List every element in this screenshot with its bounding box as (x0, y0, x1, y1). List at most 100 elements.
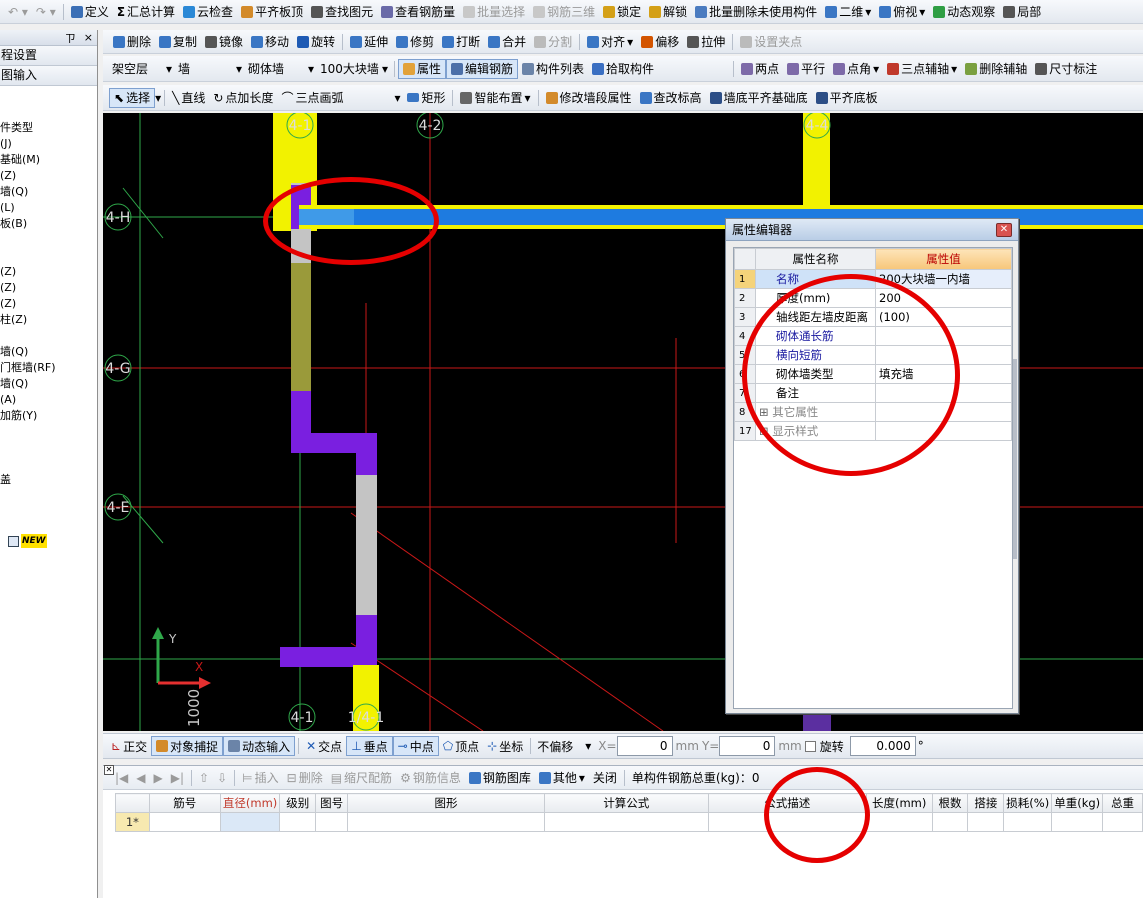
define-button[interactable]: 定义 (67, 2, 113, 22)
redo-button[interactable]: ↷ ▾ (32, 2, 60, 22)
unlock-button[interactable]: 解锁 (645, 2, 691, 22)
pin-icon[interactable]: ㄗ (65, 30, 76, 46)
other-button[interactable]: 其他 ▾ (535, 768, 589, 788)
local-button[interactable]: 局部 (999, 2, 1045, 22)
three-point-axis-button[interactable]: 三点辅轴 ▾ (883, 59, 961, 79)
property-value[interactable] (875, 326, 1012, 346)
drawing-input-button[interactable]: 图输入 (0, 66, 97, 86)
expand-icon[interactable]: ⊞ (759, 405, 772, 419)
tree-item[interactable]: (Z) (0, 265, 16, 279)
property-value[interactable] (875, 383, 1012, 403)
align-top-button[interactable]: 平齐板顶 (237, 2, 307, 22)
tree-item[interactable]: 门框墙(RF) (0, 361, 56, 375)
column-header[interactable]: 根数 (931, 793, 969, 813)
table-cell[interactable] (967, 812, 1005, 832)
dynamic-input-toggle[interactable]: 动态输入 (223, 736, 296, 756)
copy-button[interactable]: 复制 (155, 32, 201, 52)
table-cell[interactable] (865, 812, 933, 832)
cloud-check-button[interactable]: 云检查 (179, 2, 237, 22)
floor-select[interactable]: 架空层 ▾ (109, 60, 175, 78)
wall-gray-vertical[interactable] (356, 475, 377, 615)
extend-button[interactable]: 延伸 (346, 32, 392, 52)
tree-item[interactable]: (A) (0, 393, 16, 407)
wall-purple-bottom[interactable] (280, 647, 377, 667)
property-row[interactable]: 3 轴线距左墙皮距离 (100) (734, 307, 1012, 327)
table-cell[interactable] (279, 812, 317, 832)
ortho-toggle[interactable]: ⊾ 正交 (107, 736, 151, 756)
chevron-down-icon[interactable]: ▾ (155, 91, 161, 105)
rectangle-button[interactable]: 矩形 (403, 88, 449, 108)
arc-mode-select[interactable]: ▾ (347, 89, 403, 107)
delete-row-button[interactable]: ⊟ 删除 (283, 768, 327, 788)
table-cell[interactable] (543, 812, 709, 832)
tree-item[interactable]: (J) (0, 137, 12, 151)
column-header[interactable]: 总重 (1102, 793, 1143, 813)
property-row[interactable]: 4 砌体通长筋 (734, 326, 1012, 346)
table-cell[interactable] (707, 812, 867, 832)
delete-button[interactable]: 删除 (109, 32, 155, 52)
wall-type-select[interactable]: 砌体墙 ▾ (245, 60, 317, 78)
dimension-button[interactable]: 尺寸标注 (1031, 59, 1101, 79)
rebar-library-button[interactable]: 钢筋图库 (465, 768, 535, 788)
property-value[interactable] (875, 421, 1012, 441)
property-row[interactable]: 1 名称 200大块墙一内墙 (734, 269, 1012, 289)
point-angle-button[interactable]: 点角 ▾ (829, 59, 883, 79)
tree-item[interactable]: 柱(Z) (0, 313, 27, 327)
sum-calc-button[interactable]: Σ 汇总计算 (113, 2, 179, 22)
column-header[interactable]: 直径(mm) (219, 793, 281, 813)
component-list-button[interactable]: 构件列表 (518, 59, 588, 79)
scale-rebar-button[interactable]: ▤ 缩尺配筋 (327, 768, 396, 788)
wall-olive-segment[interactable] (291, 263, 311, 391)
undo-button[interactable]: ↶ ▾ (4, 2, 32, 22)
table-cell[interactable] (1102, 812, 1143, 832)
tree-item[interactable]: (Z) (0, 281, 16, 295)
vertex-snap[interactable]: ⬠ 顶点 (439, 736, 483, 756)
modify-wall-segment-button[interactable]: 修改墙段属性 (542, 88, 636, 108)
project-settings-button[interactable]: 程设置 (0, 46, 97, 66)
three-point-arc-button[interactable]: ⌒ 三点画弧 (277, 88, 347, 108)
rebar-info-button[interactable]: ⚙ 钢筋信息 (396, 768, 465, 788)
column-header[interactable]: 公式描述 (707, 793, 867, 813)
move-button[interactable]: 移动 (247, 32, 293, 52)
x-input[interactable]: 0 (616, 736, 673, 756)
tree-item[interactable]: (L) (0, 201, 15, 215)
property-value[interactable]: (100) (875, 307, 1012, 327)
table-cell[interactable]: 1* (115, 812, 150, 832)
rebar-3d-button[interactable]: 钢筋三维 (529, 2, 599, 22)
view-rebar-button[interactable]: 查看钢筋量 (377, 2, 459, 22)
table-cell[interactable] (931, 812, 969, 832)
two-point-axis-button[interactable]: 两点 (737, 59, 783, 79)
table-cell[interactable] (1003, 812, 1053, 832)
column-header[interactable]: 级别 (279, 793, 317, 813)
move-up-button[interactable]: ⇧ (195, 768, 213, 788)
last-record-button[interactable]: ▶| (167, 768, 188, 788)
category-select[interactable]: 墙 ▾ (175, 60, 245, 78)
column-header[interactable]: 单重(kg) (1051, 793, 1104, 813)
trim-button[interactable]: 修剪 (392, 32, 438, 52)
table-row[interactable]: 1* (115, 812, 1143, 832)
close-panel-button[interactable]: 关闭 (589, 768, 621, 788)
perpendicular-snap[interactable]: ⊥ 垂点 (346, 736, 393, 756)
column-header[interactable]: 长度(mm) (865, 793, 933, 813)
property-row[interactable]: 6 砌体墙类型 填充墙 (734, 364, 1012, 384)
orbit-button[interactable]: 动态观察 (929, 2, 999, 22)
coordinate-snap[interactable]: ⊹ 坐标 (483, 736, 527, 756)
column-header[interactable]: 图号 (315, 793, 349, 813)
next-record-button[interactable]: ▶ (150, 768, 167, 788)
object-snap-toggle[interactable]: 对象捕捉 (151, 736, 224, 756)
first-record-button[interactable]: |◀ (111, 768, 132, 788)
column-header[interactable]: 筋号 (148, 793, 221, 813)
tree-item[interactable]: (Z) (0, 169, 16, 183)
set-grip-button[interactable]: 设置夹点 (736, 32, 806, 52)
property-value[interactable] (875, 402, 1012, 422)
property-value[interactable]: 填充墙 (875, 364, 1012, 384)
parallel-axis-button[interactable]: 平行 (783, 59, 829, 79)
find-element-button[interactable]: 查找图元 (307, 2, 377, 22)
tree-item[interactable]: 墙(Q) (0, 185, 28, 199)
intersection-snap[interactable]: ✕ 交点 (302, 736, 346, 756)
column-header[interactable]: 搭接 (967, 793, 1005, 813)
prev-record-button[interactable]: ◀ (132, 768, 149, 788)
offset-select[interactable]: 不偏移 ▾ (534, 737, 594, 755)
select-button[interactable]: ⬉ 选择 (109, 87, 156, 108)
table-cell[interactable] (347, 812, 545, 832)
